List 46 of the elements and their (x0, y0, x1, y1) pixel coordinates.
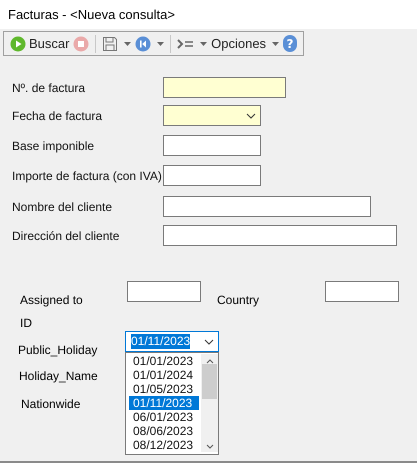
dropdown-caret-icon[interactable] (272, 42, 280, 46)
play-icon (10, 36, 26, 52)
field-label: Assigned to (20, 292, 83, 309)
chevron-down-icon (204, 338, 214, 344)
dropdown-field[interactable] (163, 105, 261, 126)
input-field[interactable] (325, 281, 399, 302)
window-title: Facturas - <Nueva consulta> (7, 6, 176, 24)
options-button[interactable]: Opciones (211, 34, 280, 54)
field-label: Public_Holiday (18, 342, 98, 359)
field-label: Base imponible (12, 138, 96, 154)
dropdown-caret-icon[interactable] (124, 42, 132, 46)
input-field[interactable] (163, 77, 286, 98)
input-field[interactable] (163, 196, 371, 217)
input-field[interactable] (163, 135, 261, 156)
field-label: ID (20, 315, 32, 332)
chevron-down-icon[interactable] (206, 444, 214, 449)
field-label: Importe de factura (con IVA) (12, 168, 163, 184)
dropdown-option[interactable]: 01/01/2024 (129, 368, 199, 382)
dropdown-caret-icon[interactable] (200, 42, 208, 46)
dropdown-option[interactable]: 08/06/2023 (129, 424, 199, 438)
field-label: Dirección del cliente (12, 228, 120, 244)
list-indent-icon (177, 38, 194, 50)
dropdown-option[interactable]: 01/05/2023 (129, 382, 199, 396)
stop-icon (73, 36, 90, 52)
dropdown-field[interactable]: 01/11/2023 (125, 331, 219, 352)
scrollbar[interactable] (201, 354, 218, 452)
field-label: Nationwide (21, 396, 80, 413)
field-label: Holiday_Name (19, 368, 98, 385)
field-label: Fecha de factura (12, 108, 104, 124)
input-field[interactable] (163, 225, 397, 246)
play-button[interactable]: Buscar (10, 34, 70, 54)
dropdown-option[interactable]: 01/11/2023 (129, 396, 199, 410)
input-field[interactable] (163, 165, 261, 186)
field-label: Nombre del cliente (12, 198, 114, 216)
scrollbar-thumb[interactable] (202, 364, 217, 399)
dropdown-option[interactable]: 01/01/2023 (129, 354, 199, 368)
first-button[interactable] (135, 34, 164, 54)
dropdown-option[interactable]: 08/12/2023 (129, 438, 199, 452)
dropdown-option[interactable]: 06/01/2023 (129, 410, 199, 424)
dropdown-caret-icon[interactable] (157, 42, 164, 46)
input-field[interactable] (127, 281, 201, 302)
chevron-up-icon[interactable] (206, 359, 214, 364)
field-label: Nº. de factura (12, 80, 86, 96)
chevron-down-icon (246, 112, 256, 118)
field-label: Country (217, 292, 260, 309)
skip-back-icon (135, 36, 152, 52)
